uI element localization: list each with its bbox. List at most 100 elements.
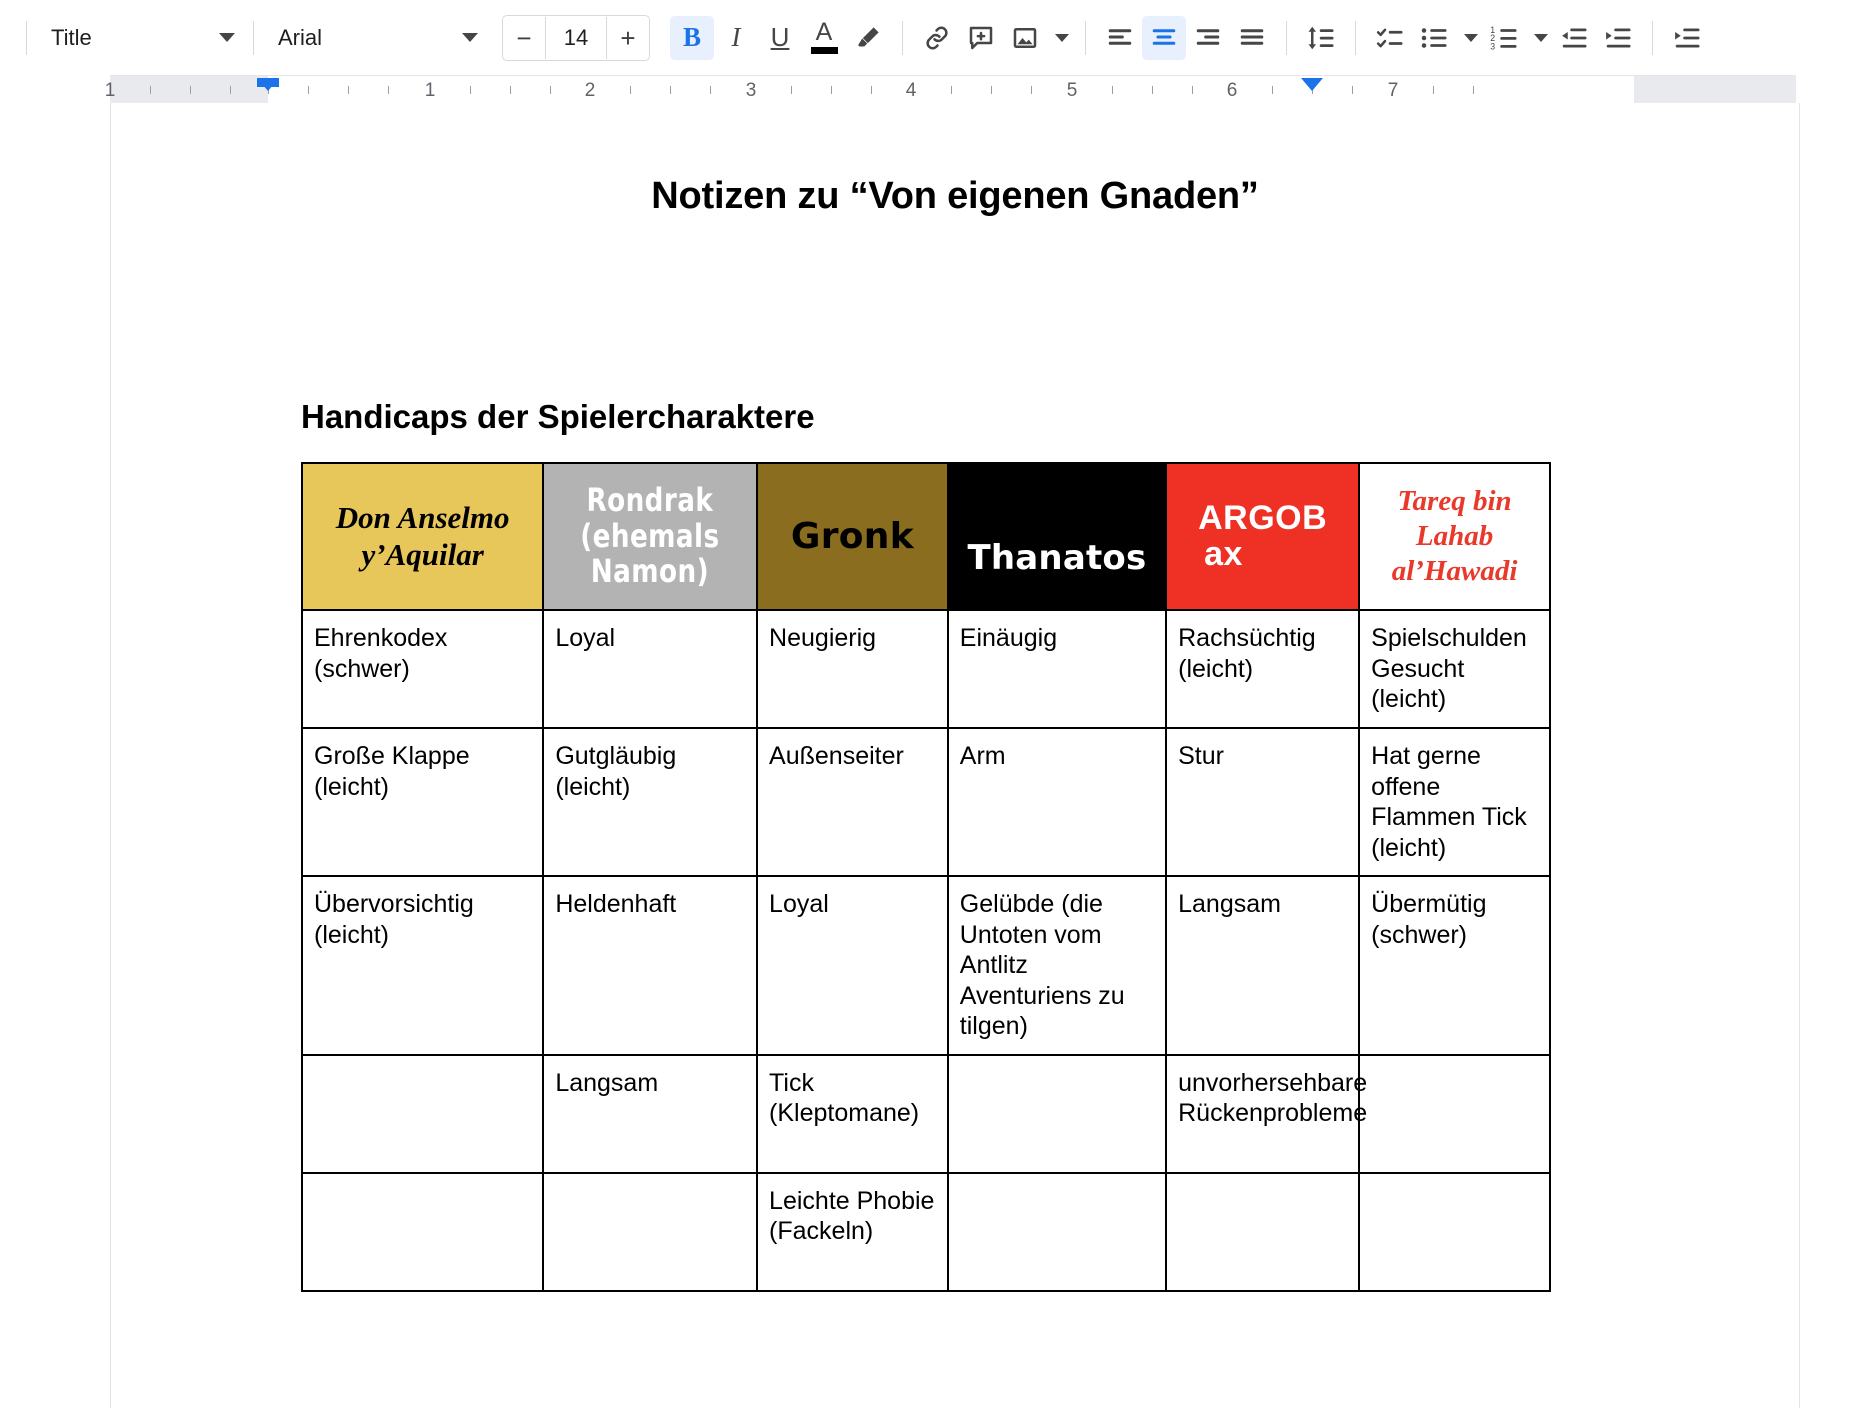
table-cell[interactable]: Tick (Kleptomane) <box>756 1053 949 1174</box>
decrease-indent-button[interactable] <box>1552 16 1596 60</box>
table-row[interactable]: Übervorsichtig (leicht) Heldenhaft Loyal… <box>300 875 1551 1056</box>
table-cell[interactable]: Rachsüchtig (leicht) <box>1165 609 1361 729</box>
ruler-track[interactable]: 1 1 2 3 4 5 6 7 <box>105 75 1796 104</box>
table-cell[interactable]: Hat gerne offene Flammen Tick (leicht) <box>1358 727 1551 877</box>
table-cell[interactable]: Langsam <box>1165 875 1361 1056</box>
increase-font-size-button[interactable]: + <box>607 17 649 59</box>
insert-image-button[interactable] <box>1003 16 1047 60</box>
table-cell[interactable] <box>1358 1053 1551 1174</box>
toolbar-divider <box>1286 20 1287 55</box>
table-cell[interactable] <box>1358 1171 1551 1292</box>
table-cell[interactable] <box>1165 1171 1361 1292</box>
table-cell[interactable]: unvorhersehbare Rückenprobleme <box>1165 1053 1367 1174</box>
numbered-list-button[interactable]: 1 2 3 <box>1482 16 1526 60</box>
name-line: Tareq bin <box>1397 485 1512 518</box>
paragraph-style-dropdown[interactable]: Title <box>39 16 241 60</box>
header-label-wrap: Gronk <box>758 464 947 609</box>
table-cell[interactable]: Langsam <box>542 1053 759 1174</box>
table-cell[interactable]: Einäugig <box>946 609 1168 729</box>
table-row[interactable]: Leichte Phobie (Fackeln) <box>300 1171 1551 1292</box>
toolbar-divider <box>26 20 27 55</box>
table-cell[interactable] <box>542 1171 759 1292</box>
increase-indent-extra-button[interactable] <box>1665 16 1709 60</box>
header-label-wrap: Thanatos <box>949 464 1165 609</box>
table-cell[interactable] <box>300 1053 545 1174</box>
document-scroll-area[interactable]: Notizen zu “Von eigenen Gnaden” Handicap… <box>0 103 1876 1408</box>
table-cell[interactable] <box>300 1171 545 1292</box>
handicaps-table[interactable]: Don Anselmo y’Aquilar Rondrak (ehemals N… <box>300 462 1551 1292</box>
table-header-cell-tareq[interactable]: Tareq bin Lahab al’Hawadi <box>1358 462 1551 611</box>
align-right-button[interactable] <box>1186 16 1230 60</box>
character-name-anselmo: Don Anselmo y’Aquilar <box>336 500 510 573</box>
table-header-cell-argobax[interactable]: ARGOB ax <box>1165 462 1361 611</box>
table-cell[interactable]: Gelübde (die Untoten vom Antlitz Aventur… <box>946 875 1168 1056</box>
font-size-stepper[interactable]: − 14 + <box>502 14 650 61</box>
table-cell[interactable]: Ehrenkodex (schwer) <box>300 609 545 729</box>
table-cell[interactable]: Leichte Phobie (Fackeln) <box>756 1171 949 1292</box>
document-page[interactable]: Notizen zu “Von eigenen Gnaden” Handicap… <box>110 103 1800 1408</box>
left-indent-marker[interactable] <box>257 78 279 91</box>
name-line: ax <box>1204 534 1243 573</box>
table-row[interactable]: Große Klappe (leicht) Gutgläubig (leicht… <box>300 727 1551 877</box>
align-left-button[interactable] <box>1098 16 1142 60</box>
decrease-font-size-button[interactable]: − <box>503 17 545 59</box>
image-icon <box>1010 23 1040 53</box>
table-cell[interactable]: Übermütig (schwer) <box>1358 875 1551 1056</box>
chevron-down-icon <box>462 33 478 42</box>
chevron-down-icon <box>219 33 235 42</box>
name-line: Don Anselmo <box>335 499 510 535</box>
highlight-button[interactable] <box>846 16 890 60</box>
name-line: al’Hawadi <box>1391 554 1518 587</box>
insert-link-button[interactable] <box>915 16 959 60</box>
header-label-wrap: Tareq bin Lahab al’Hawadi <box>1360 464 1549 609</box>
increase-indent-icon <box>1603 23 1633 53</box>
add-comment-button[interactable] <box>959 16 1003 60</box>
table-cell[interactable]: Heldenhaft <box>542 875 759 1056</box>
character-name-rondrak: Rondrak (ehemals Namon) <box>581 482 720 590</box>
table-header-cell-gronk[interactable]: Gronk <box>756 462 949 611</box>
table-header-cell-anselmo[interactable]: Don Anselmo y’Aquilar <box>300 462 545 611</box>
section-heading: Handicaps der Spielercharaktere <box>301 398 815 435</box>
italic-button[interactable]: I <box>714 16 758 60</box>
right-indent-marker[interactable] <box>1301 78 1323 91</box>
bulleted-list-options-button[interactable] <box>1456 16 1482 60</box>
table-cell[interactable]: Gutgläubig (leicht) <box>542 727 759 877</box>
toolbar-divider <box>1355 20 1356 55</box>
table-row[interactable]: Langsam Tick (Kleptomane) unvorhersehbar… <box>300 1053 1551 1174</box>
text-color-button[interactable]: A <box>802 16 846 60</box>
ruler[interactable]: 1 1 2 3 4 5 6 7 <box>0 75 1876 104</box>
table-cell[interactable]: Arm <box>946 727 1168 877</box>
checklist-button[interactable] <box>1368 16 1412 60</box>
increase-indent-button[interactable] <box>1596 16 1640 60</box>
table-cell[interactable]: Neugierig <box>756 609 949 729</box>
table-header-cell-rondrak[interactable]: Rondrak (ehemals Namon) <box>542 462 759 611</box>
table-cell[interactable]: Außenseiter <box>756 727 949 877</box>
page-title: Notizen zu “Von eigenen Gnaden” <box>651 175 1259 217</box>
table-row[interactable]: Ehrenkodex (schwer) Loyal Neugierig Einä… <box>300 609 1551 729</box>
text-color-swatch <box>810 46 838 54</box>
bulleted-list-button[interactable] <box>1412 16 1456 60</box>
numbered-list-options-button[interactable] <box>1526 16 1552 60</box>
comment-icon <box>966 23 996 53</box>
align-center-button[interactable] <box>1142 15 1186 60</box>
table-header-cell-thanatos[interactable]: Thanatos <box>946 462 1168 611</box>
table-cell[interactable]: Stur <box>1165 727 1361 877</box>
ruler-number: 6 <box>1226 80 1238 101</box>
table-cell[interactable] <box>946 1053 1168 1174</box>
font-family-dropdown[interactable]: Arial <box>266 16 484 60</box>
toolbar-divider <box>253 20 254 55</box>
insert-image-options-button[interactable] <box>1047 16 1073 60</box>
font-size-input[interactable]: 14 <box>545 16 607 59</box>
table-cell[interactable]: Spielschulden Gesucht (leicht) <box>1358 609 1551 729</box>
numbered-list-icon: 1 2 3 <box>1489 23 1519 53</box>
line-spacing-button[interactable] <box>1299 16 1343 60</box>
table-cell[interactable]: Große Klappe (leicht) <box>300 727 545 877</box>
table-cell[interactable] <box>946 1171 1168 1292</box>
align-justify-button[interactable] <box>1230 16 1274 60</box>
table-cell[interactable]: Loyal <box>756 875 949 1056</box>
table-cell[interactable]: Übervorsichtig (leicht) <box>300 875 545 1056</box>
underline-button[interactable]: U <box>758 16 802 60</box>
align-right-icon <box>1193 23 1223 53</box>
bold-button[interactable]: B <box>670 15 714 60</box>
table-cell[interactable]: Loyal <box>542 609 759 729</box>
